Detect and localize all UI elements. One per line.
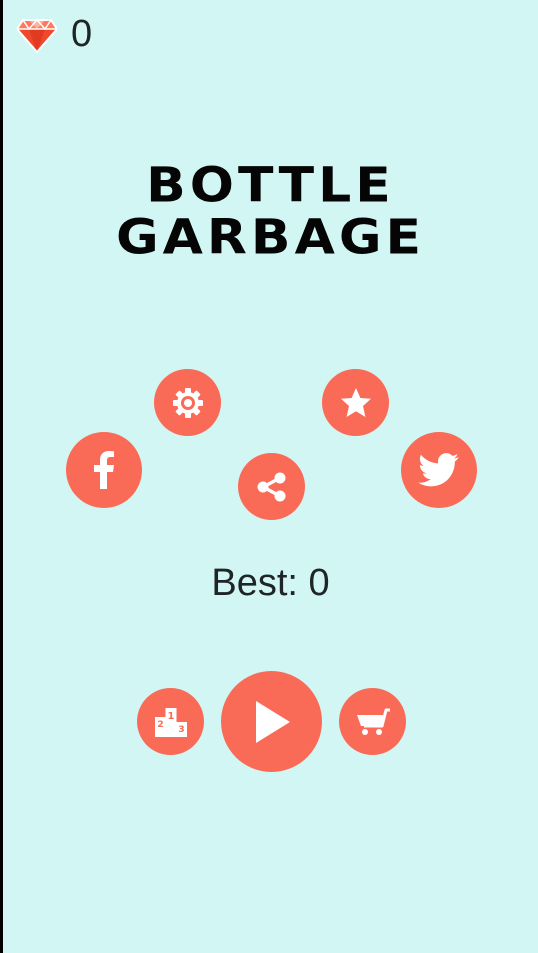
podium-icon: 1 2 3 [154, 707, 187, 737]
gem-icon [17, 18, 57, 54]
title-line-1: BOTTLE [146, 158, 395, 214]
svg-text:2: 2 [157, 720, 163, 730]
best-value: 0 [308, 562, 330, 604]
title-line-2: GARBAGE [115, 210, 426, 266]
best-score: Best: 0 [3, 562, 538, 605]
rate-button[interactable] [322, 369, 389, 436]
svg-text:1: 1 [167, 711, 174, 722]
share-button[interactable] [238, 453, 305, 520]
facebook-icon [94, 451, 114, 489]
game-title: BOTTLE GARBAGE [3, 160, 538, 264]
settings-button[interactable] [154, 369, 221, 436]
twitter-button[interactable] [401, 432, 477, 508]
share-icon [257, 472, 285, 501]
shop-button[interactable] [339, 688, 406, 755]
game-screen: 0 BOTTLE GARBAGE Best: 0 1 2 3 [3, 0, 538, 953]
leaderboard-button[interactable]: 1 2 3 [137, 688, 204, 755]
cart-icon [356, 708, 390, 735]
facebook-button[interactable] [66, 432, 142, 508]
gear-icon [172, 387, 203, 418]
gem-counter: 0 [17, 14, 92, 54]
best-label: Best: [211, 562, 309, 604]
twitter-icon [418, 453, 459, 487]
play-button[interactable] [221, 671, 322, 772]
play-icon [255, 700, 290, 743]
svg-text:3: 3 [178, 725, 184, 735]
gem-count: 0 [71, 13, 93, 55]
star-icon [340, 387, 371, 417]
